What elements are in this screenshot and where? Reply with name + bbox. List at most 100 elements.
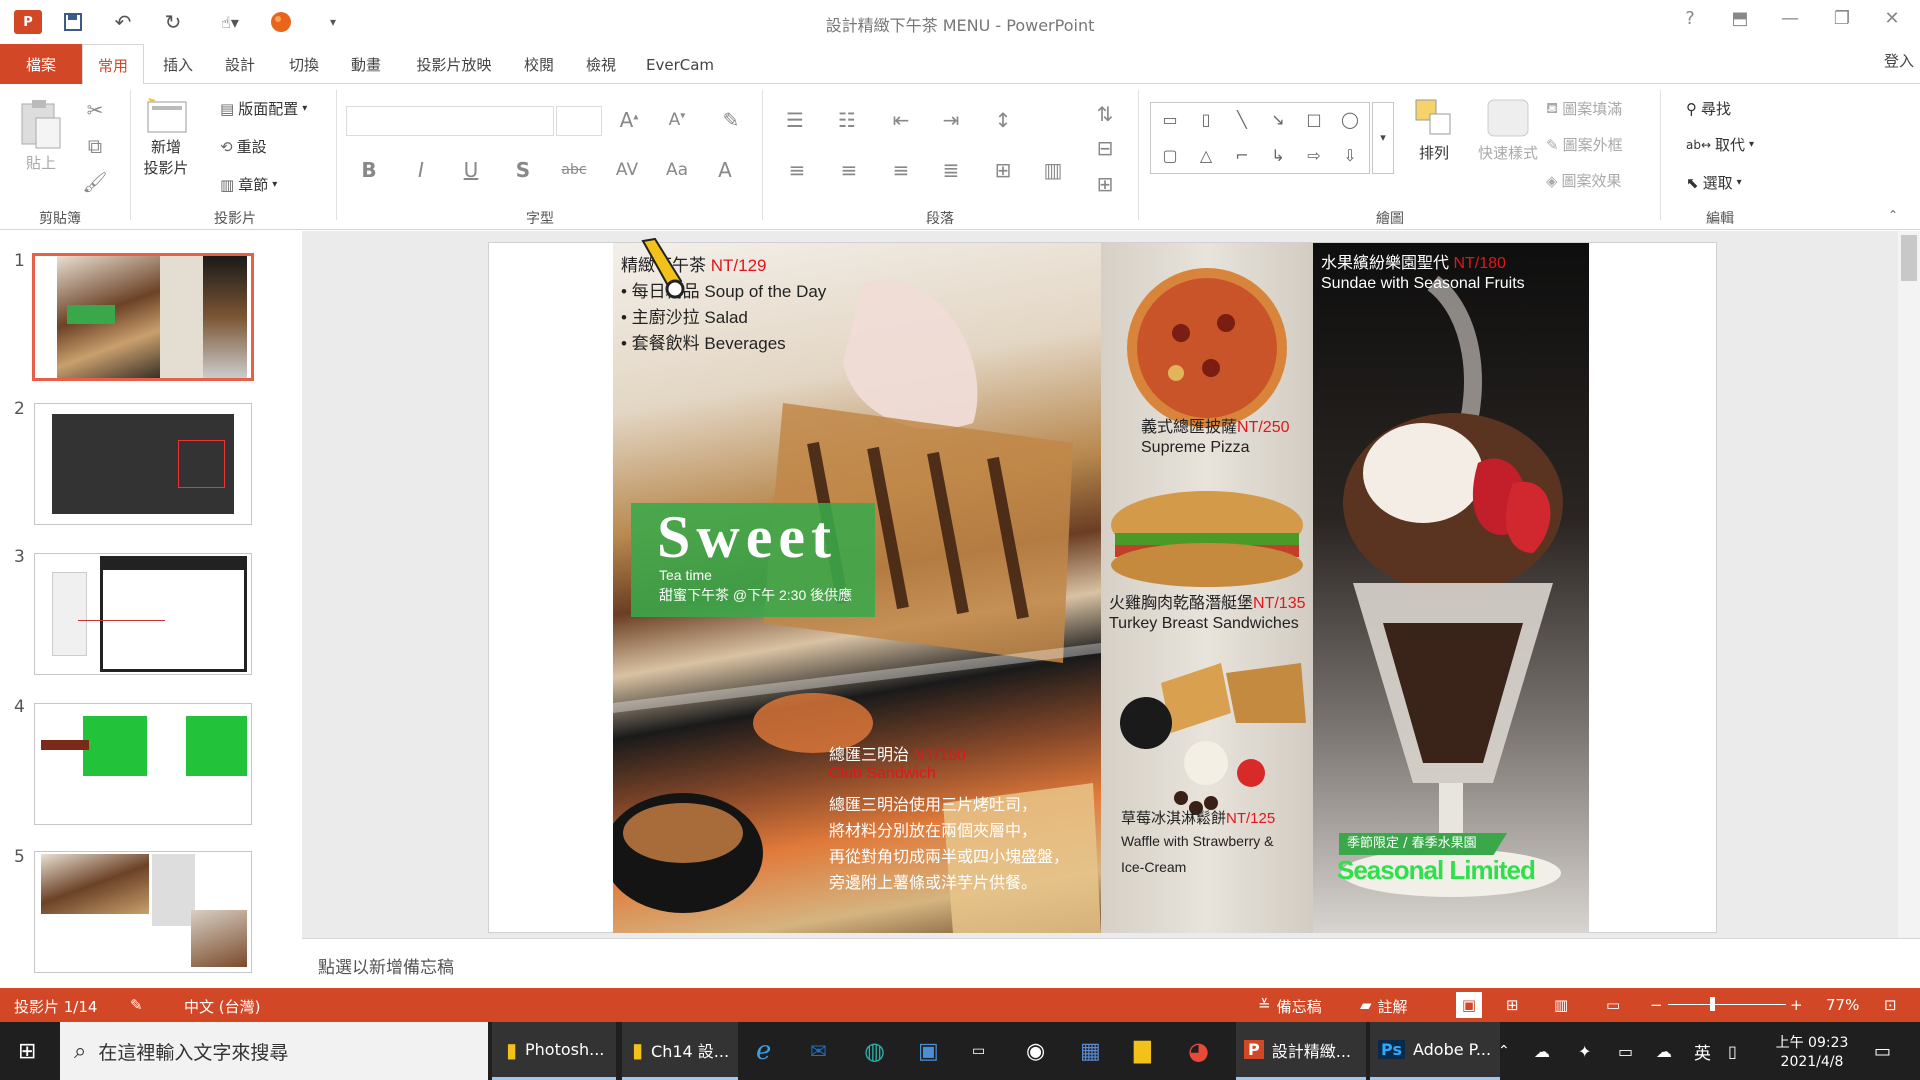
- format-painter-icon[interactable]: 🖌: [82, 170, 108, 194]
- slide-sorter-icon[interactable]: ⊞: [1506, 996, 1519, 1014]
- zoom-slider[interactable]: [1668, 997, 1786, 1011]
- columns-icon[interactable]: ▥: [1040, 158, 1066, 182]
- slide-thumbnail-3[interactable]: [34, 553, 252, 675]
- arrow-line-shape-icon[interactable]: ↘: [1267, 111, 1289, 129]
- text-direction-icon[interactable]: ⇅: [1092, 102, 1118, 126]
- ime-mode-icon[interactable]: ▯: [1728, 1022, 1737, 1080]
- comments-button[interactable]: ▰ 註解: [1360, 996, 1408, 1017]
- help-button[interactable]: ?: [1670, 8, 1710, 36]
- font-color-button[interactable]: A: [712, 158, 738, 182]
- login-link[interactable]: 登入: [1878, 40, 1920, 80]
- shape-fill-button[interactable]: ⛾ 圖案填滿: [1546, 98, 1622, 119]
- elbow-arrow-shape-icon[interactable]: ↳: [1267, 147, 1289, 165]
- tray-expand-icon[interactable]: ⌃: [1498, 1022, 1510, 1080]
- tab-evercam[interactable]: EverCam: [638, 44, 722, 84]
- tab-insert[interactable]: 插入: [152, 44, 204, 84]
- calculator-icon[interactable]: ▦: [1080, 1022, 1101, 1080]
- ime-indicator[interactable]: 英: [1694, 1022, 1711, 1080]
- dropbox-icon[interactable]: ✦: [1578, 1022, 1591, 1080]
- scrollbar-thumb[interactable]: [1901, 235, 1917, 281]
- slide-thumbnail-4[interactable]: [34, 703, 252, 825]
- taskbar-app-adobe[interactable]: Ps Adobe P...: [1370, 1022, 1500, 1080]
- increase-indent-icon[interactable]: ⇥: [938, 108, 964, 132]
- tube-icon[interactable]: ▭: [972, 1022, 985, 1080]
- taskbar-app-photoshop-folder[interactable]: ▮ Photosh...: [492, 1022, 616, 1080]
- italic-button[interactable]: I: [408, 158, 434, 182]
- photos-icon[interactable]: ▣: [918, 1022, 939, 1080]
- taskbar-search[interactable]: ⌕ 在這裡輸入文字來搜尋: [60, 1022, 488, 1080]
- vertical-textbox-shape-icon[interactable]: ▯: [1195, 111, 1217, 129]
- justify-icon[interactable]: ≣: [938, 158, 964, 182]
- tab-animations[interactable]: 動畫: [340, 44, 392, 84]
- grow-font-icon[interactable]: A▴: [616, 108, 642, 132]
- zoom-slider-thumb[interactable]: [1709, 997, 1715, 1011]
- chrome-icon[interactable]: ◕: [1188, 1022, 1209, 1080]
- reset-button[interactable]: ⟲ 重設: [220, 136, 267, 157]
- clear-format-icon[interactable]: ✎: [718, 108, 744, 132]
- font-family-select[interactable]: [346, 106, 554, 136]
- line-shape-icon[interactable]: ╲: [1231, 111, 1253, 129]
- zoom-in-icon[interactable]: +: [1790, 996, 1803, 1014]
- tab-slideshow[interactable]: 投影片放映: [404, 44, 504, 84]
- paste-button[interactable]: 貼上: [18, 98, 64, 173]
- section-button[interactable]: ▥ 章節 ▾: [220, 174, 277, 195]
- ribbon-display-icon[interactable]: ⬒: [1720, 8, 1760, 36]
- down-arrow-shape-icon[interactable]: ⇩: [1339, 147, 1361, 165]
- decrease-indent-icon[interactable]: ⇤: [888, 108, 914, 132]
- layout-button[interactable]: ▤ 版面配置 ▾: [220, 98, 307, 119]
- slideshow-view-icon[interactable]: ▭: [1606, 996, 1620, 1014]
- battery-icon[interactable]: ▭: [1618, 1022, 1633, 1080]
- onedrive-icon[interactable]: ☁: [1534, 1022, 1550, 1080]
- reading-view-icon[interactable]: ▥: [1554, 996, 1568, 1014]
- elbow-connector-shape-icon[interactable]: ⌐: [1231, 147, 1253, 165]
- textbox-shape-icon[interactable]: ▭: [1159, 111, 1181, 129]
- tab-design[interactable]: 設計: [214, 44, 266, 84]
- normal-view-icon[interactable]: ▣: [1456, 992, 1482, 1018]
- zoom-out-icon[interactable]: −: [1650, 996, 1663, 1014]
- numbering-icon[interactable]: ☷: [834, 108, 860, 132]
- align-text-icon[interactable]: ⊟: [1092, 136, 1118, 160]
- tab-home[interactable]: 常用: [82, 44, 144, 85]
- camera-icon[interactable]: ◉: [1026, 1022, 1045, 1080]
- underline-button[interactable]: U: [458, 158, 484, 182]
- taskbar-app-ch14-folder[interactable]: ▮ Ch14 設...: [622, 1022, 738, 1080]
- align-left-icon[interactable]: ≡: [784, 158, 810, 182]
- replace-button[interactable]: ab↔ 取代 ▾: [1686, 134, 1754, 155]
- tab-file[interactable]: 檔案: [0, 44, 82, 84]
- shadow-button[interactable]: S: [510, 158, 536, 182]
- oval-shape-icon[interactable]: ◯: [1339, 111, 1361, 129]
- notes-button[interactable]: ≚ 備忘稿: [1258, 996, 1322, 1017]
- vertical-scrollbar[interactable]: [1898, 231, 1920, 938]
- tab-transitions[interactable]: 切換: [278, 44, 330, 84]
- new-slide-button[interactable]: 新增 投影片: [142, 96, 190, 178]
- smartart-icon[interactable]: ⊞: [1092, 172, 1118, 196]
- shape-effects-button[interactable]: ◈ 圖案效果: [1546, 170, 1622, 191]
- bullets-icon[interactable]: ☰: [782, 108, 808, 132]
- strikethrough-button[interactable]: abc: [558, 162, 590, 178]
- slide-thumbnail-5[interactable]: [34, 851, 252, 973]
- triangle-shape-icon[interactable]: △: [1195, 147, 1217, 165]
- minimize-icon[interactable]: —: [1770, 8, 1810, 36]
- slide-canvas[interactable]: 精緻下午茶 NT/129 • 每日精品 Soup of the Day • 主廚…: [488, 237, 1717, 933]
- change-case-button[interactable]: Aa: [660, 160, 694, 180]
- language-indicator[interactable]: 中文 (台灣): [184, 996, 260, 1017]
- align-right-icon[interactable]: ≡: [888, 158, 914, 182]
- taskbar-app-powerpoint[interactable]: P 設計精緻...: [1236, 1022, 1366, 1080]
- ie-icon[interactable]: ℯ: [756, 1022, 771, 1080]
- close-icon[interactable]: ✕: [1872, 8, 1912, 36]
- copy-icon[interactable]: ⧉: [82, 134, 108, 158]
- edge-icon[interactable]: ◍: [864, 1022, 885, 1080]
- right-arrow-shape-icon[interactable]: ⇨: [1303, 147, 1325, 165]
- align-center-icon[interactable]: ≡: [836, 158, 862, 182]
- rounded-rect-shape-icon[interactable]: ▢: [1159, 147, 1181, 165]
- fit-slide-icon[interactable]: ⊡: [1884, 996, 1897, 1014]
- select-button[interactable]: ⬉ 選取 ▾: [1686, 172, 1742, 193]
- bar-chart-icon[interactable]: ▇: [1134, 1022, 1151, 1080]
- bold-button[interactable]: B: [356, 158, 382, 182]
- slide-thumbnail-2[interactable]: [34, 403, 252, 525]
- shape-outline-button[interactable]: ✎ 圖案外框: [1546, 134, 1623, 155]
- zoom-level[interactable]: 77%: [1826, 996, 1859, 1014]
- cut-icon[interactable]: ✂: [82, 98, 108, 122]
- shrink-font-icon[interactable]: A▾: [664, 110, 690, 130]
- arrange-button[interactable]: 排列: [1414, 98, 1454, 163]
